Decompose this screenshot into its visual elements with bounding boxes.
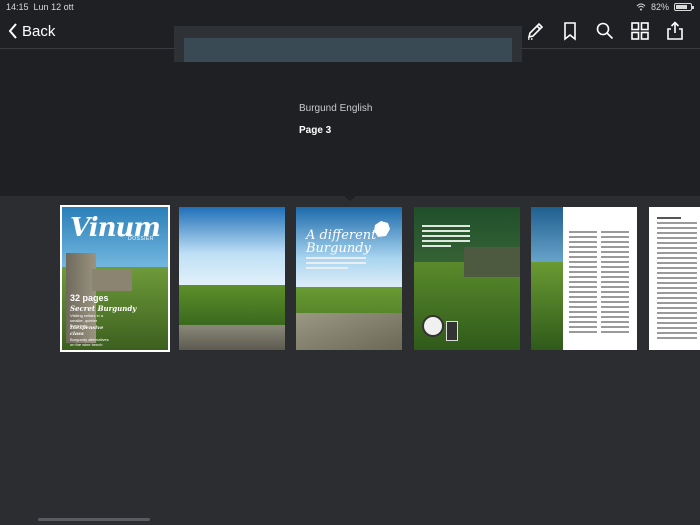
france-map-icon [374,221,390,237]
status-date: Lun 12 ott [33,2,74,12]
thumbnail-page-2[interactable] [179,207,285,350]
search-button[interactable] [587,18,622,44]
cover-headline-title: Secret Burgundy [70,304,137,313]
bottle-image [446,321,458,341]
wifi-icon [636,3,646,11]
status-time-date: 14:15 Lun 12 ott [6,2,74,12]
quote-text-block [422,225,470,250]
status-time: 14:15 [6,2,29,12]
document-title: Burgund English [299,103,373,114]
thumbnail-page-4[interactable] [414,207,520,350]
grid-icon [630,22,649,40]
current-page-preview[interactable] [174,26,522,62]
thumbnails-button[interactable] [622,18,657,44]
pencil-icon [527,22,543,40]
page-label: Page 3 [299,125,332,136]
bookmark-button[interactable] [552,18,587,44]
annotate-button[interactable] [517,18,552,44]
thumbnail-page-6[interactable] [649,207,700,350]
page-5-column-1 [569,231,597,336]
battery-icon [674,3,694,11]
cover-headline: 32 pages Secret Burgundy [70,293,136,314]
quote-portrait-image [422,315,444,337]
cover-feature-title: Inexpensive class [70,325,104,337]
cover-feature: Inexpensive class Burgundy alternatives … [70,325,110,348]
page-5-column-2 [601,231,629,336]
thumbnail-cover[interactable]: Vinum DOSSIER 32 pages Secret Burgundy V… [60,205,170,352]
thumbnail-page-5[interactable] [531,207,637,350]
thumbnail-page-3[interactable]: A different Burgundy [296,207,402,350]
share-button[interactable] [657,18,692,44]
status-bar: 14:15 Lun 12 ott 82% [0,0,700,14]
back-label: Back [22,22,56,40]
thumbnail-pointer [343,195,357,201]
home-indicator[interactable] [38,518,150,521]
page-6-text [657,217,697,342]
share-icon [666,21,683,40]
cover-feature-blurb: Burgundy alternatives on the wine bench [70,337,109,347]
navigation-bar: Back [0,14,700,62]
battery-percent: 82% [650,2,669,12]
spread-intro-text [306,257,366,272]
cover-headline-count: 32 pages [70,293,109,303]
back-button[interactable]: Back [8,20,55,42]
status-right: 82% [636,2,694,12]
chevron-left-icon [8,23,17,39]
search-icon [596,22,613,40]
toolbar [517,18,692,44]
cover-subtitle: DOSSIER [128,236,155,242]
bookmark-icon [563,22,576,41]
